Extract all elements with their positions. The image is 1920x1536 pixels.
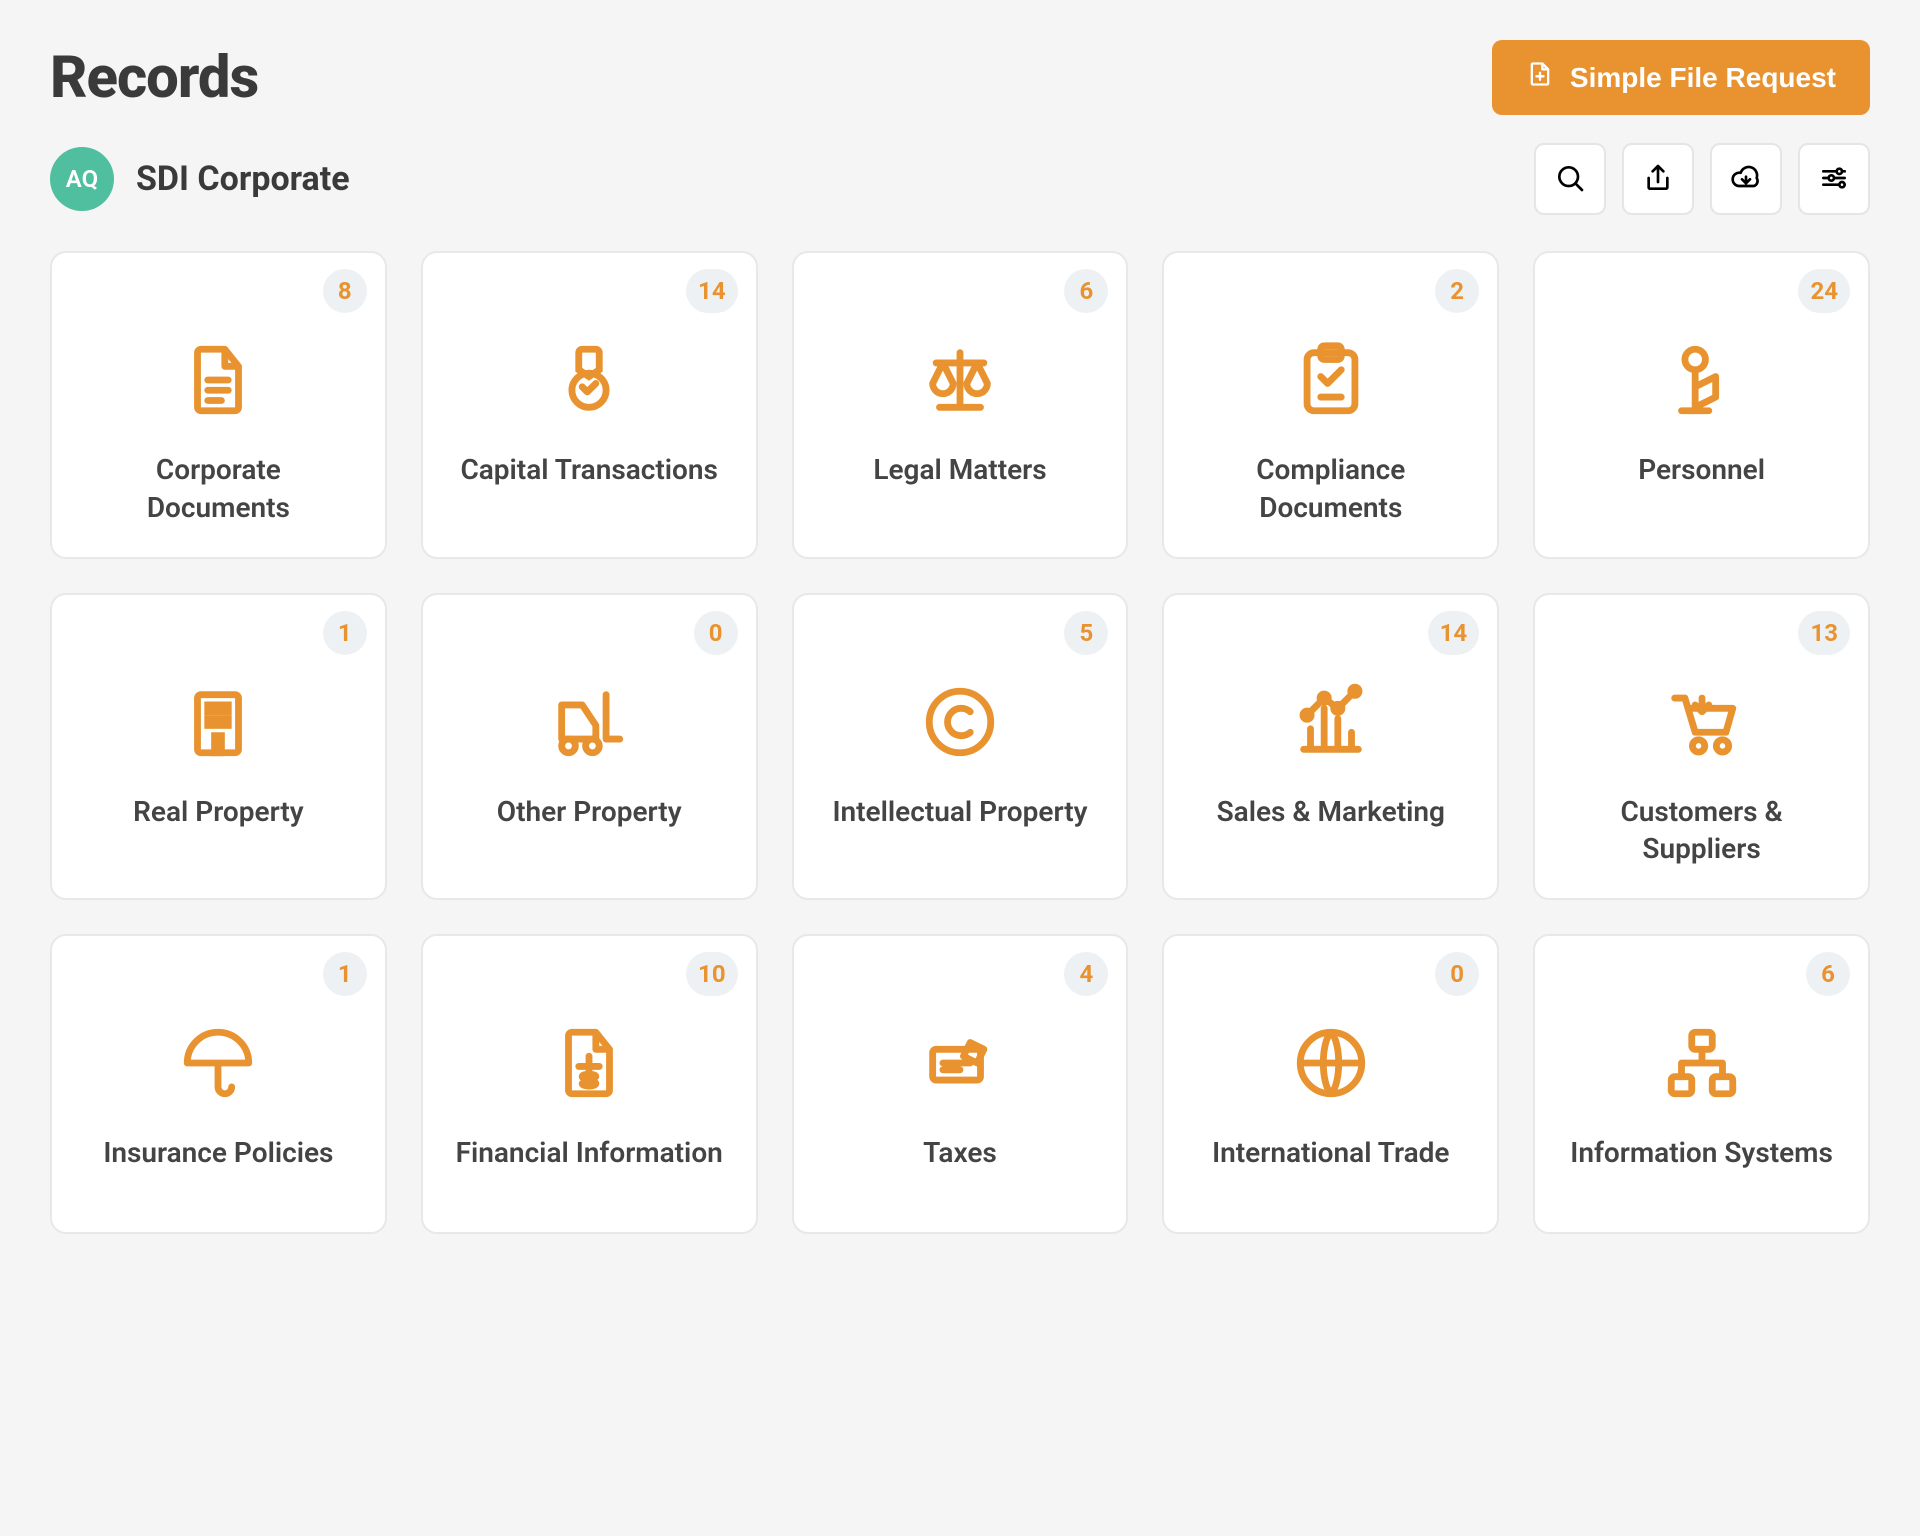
count-badge: 0 <box>694 611 738 655</box>
card-label: Corporate Documents <box>74 451 363 527</box>
share-button[interactable] <box>1622 143 1694 215</box>
record-card[interactable]: 1 Real Property <box>50 593 387 901</box>
count-badge: 10 <box>686 952 738 996</box>
document-icon <box>177 335 259 425</box>
count-badge: 1 <box>323 611 367 655</box>
entity-block[interactable]: AQ SDI Corporate <box>50 147 350 211</box>
card-label: International Trade <box>1204 1134 1457 1172</box>
check-icon <box>919 1018 1001 1108</box>
download-button[interactable] <box>1710 143 1782 215</box>
record-card[interactable]: 0 International Trade <box>1162 934 1499 1234</box>
primary-button-label: Simple File Request <box>1570 62 1836 94</box>
card-label: Customers & Suppliers <box>1557 793 1846 869</box>
record-card[interactable]: 10 Financial Information <box>421 934 758 1234</box>
card-label: Capital Transactions <box>452 451 726 489</box>
award-icon <box>548 335 630 425</box>
card-label: Financial Information <box>448 1134 731 1172</box>
count-badge: 13 <box>1798 611 1850 655</box>
network-icon <box>1661 1018 1743 1108</box>
copyright-icon <box>919 677 1001 767</box>
record-card[interactable]: 1 Insurance Policies <box>50 934 387 1234</box>
card-label: Taxes <box>915 1134 1005 1172</box>
record-card[interactable]: 6 Information Systems <box>1533 934 1870 1234</box>
cart-icon <box>1661 677 1743 767</box>
record-card[interactable]: 8 Corporate Documents <box>50 251 387 559</box>
avatar: AQ <box>50 147 114 211</box>
card-label: Information Systems <box>1562 1134 1841 1172</box>
checklist-icon <box>1290 335 1372 425</box>
count-badge: 0 <box>1435 952 1479 996</box>
record-card[interactable]: 5 Intellectual Property <box>792 593 1129 901</box>
card-label: Legal Matters <box>865 451 1054 489</box>
share-icon <box>1642 162 1674 197</box>
record-card[interactable]: 6 Legal Matters <box>792 251 1129 559</box>
umbrella-icon <box>177 1018 259 1108</box>
card-label: Insurance Policies <box>95 1134 341 1172</box>
search-icon <box>1554 162 1586 197</box>
count-badge: 1 <box>323 952 367 996</box>
search-button[interactable] <box>1534 143 1606 215</box>
file-plus-icon <box>1526 60 1554 95</box>
record-card[interactable]: 24 Personnel <box>1533 251 1870 559</box>
card-label: Sales & Marketing <box>1209 793 1453 831</box>
card-label: Other Property <box>489 793 690 831</box>
count-badge: 8 <box>323 269 367 313</box>
record-card[interactable]: 4 Taxes <box>792 934 1129 1234</box>
simple-file-request-button[interactable]: Simple File Request <box>1492 40 1870 115</box>
invoice-icon <box>548 1018 630 1108</box>
page-title: Records <box>50 44 258 112</box>
record-card[interactable]: 14 Sales & Marketing <box>1162 593 1499 901</box>
record-card[interactable]: 14 Capital Transactions <box>421 251 758 559</box>
record-card[interactable]: 0 Other Property <box>421 593 758 901</box>
globe-icon <box>1290 1018 1372 1108</box>
filter-button[interactable] <box>1798 143 1870 215</box>
chart-icon <box>1290 677 1372 767</box>
cloud-download-icon <box>1730 162 1762 197</box>
count-badge: 5 <box>1064 611 1108 655</box>
count-badge: 2 <box>1435 269 1479 313</box>
forklift-icon <box>548 677 630 767</box>
count-badge: 24 <box>1798 269 1850 313</box>
building-icon <box>177 677 259 767</box>
count-badge: 6 <box>1806 952 1850 996</box>
record-card[interactable]: 2 Compliance Documents <box>1162 251 1499 559</box>
count-badge: 4 <box>1064 952 1108 996</box>
count-badge: 14 <box>686 269 738 313</box>
card-label: Personnel <box>1630 451 1773 489</box>
sliders-icon <box>1818 162 1850 197</box>
personnel-icon <box>1661 335 1743 425</box>
card-label: Intellectual Property <box>824 793 1095 831</box>
card-label: Real Property <box>125 793 312 831</box>
count-badge: 14 <box>1428 611 1480 655</box>
subheader: AQ SDI Corporate <box>50 143 1870 215</box>
count-badge: 6 <box>1064 269 1108 313</box>
scales-icon <box>919 335 1001 425</box>
header: Records Simple File Request <box>50 40 1870 115</box>
records-grid: 8Corporate Documents14Capital Transactio… <box>50 251 1870 1234</box>
entity-name: SDI Corporate <box>136 159 350 199</box>
toolbar <box>1534 143 1870 215</box>
record-card[interactable]: 13 Customers & Suppliers <box>1533 593 1870 901</box>
card-label: Compliance Documents <box>1186 451 1475 527</box>
